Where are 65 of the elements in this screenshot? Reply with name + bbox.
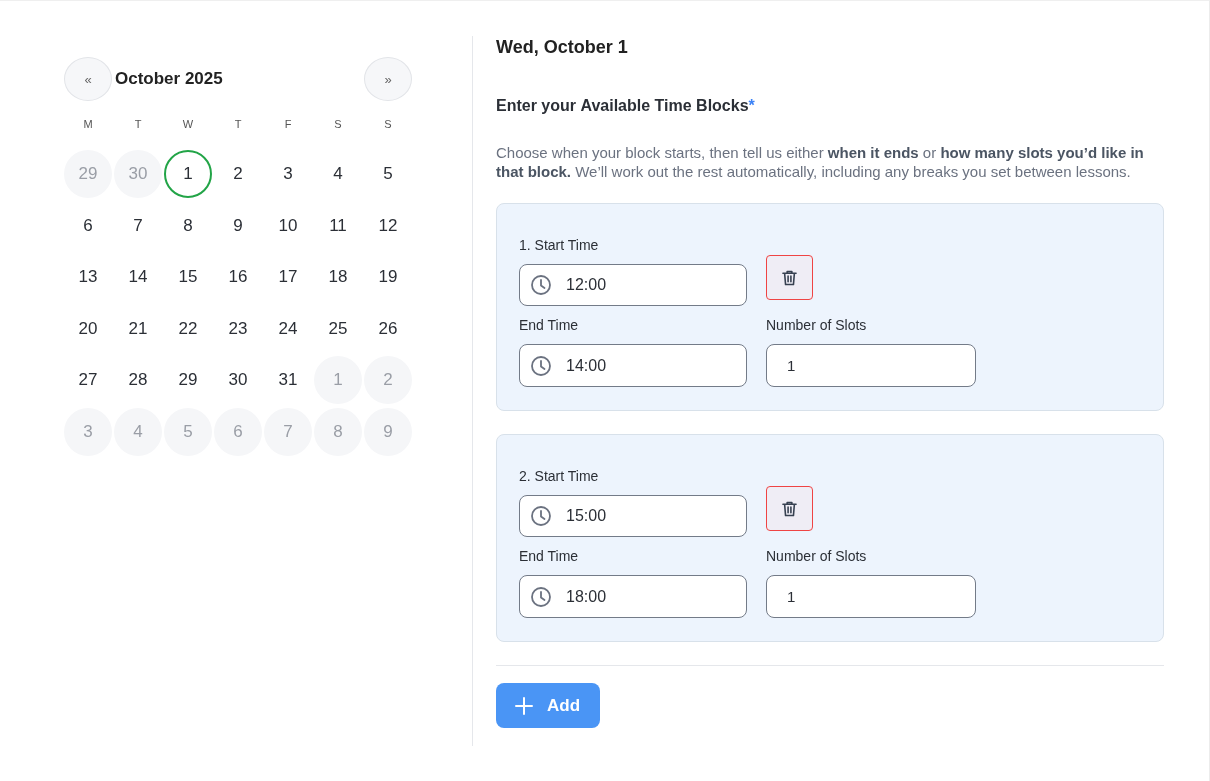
- calendar-day[interactable]: 18: [314, 253, 362, 301]
- calendar-day[interactable]: 22: [164, 304, 212, 353]
- calendar-day[interactable]: 11: [314, 201, 362, 250]
- calendar-day[interactable]: 6: [64, 201, 112, 250]
- calendar-day[interactable]: 21: [114, 304, 162, 353]
- field-label: End Time: [519, 547, 580, 565]
- calendar-day[interactable]: 25: [314, 304, 362, 353]
- weekday-label: M: [82, 117, 94, 132]
- calendar-day[interactable]: 29: [164, 356, 212, 404]
- calendar-day[interactable]: 14: [114, 253, 162, 301]
- calendar-day[interactable]: 3: [264, 150, 312, 198]
- calendar-day[interactable]: 24: [264, 304, 312, 353]
- calendar-day[interactable]: 7: [114, 201, 162, 250]
- delete-button[interactable]: [766, 486, 813, 531]
- trash-icon: [782, 500, 797, 517]
- weekday-label: S: [383, 117, 393, 132]
- weekday-label: W: [181, 117, 195, 132]
- calendar-day[interactable]: 4: [314, 150, 362, 198]
- calendar-day[interactable]: 19: [364, 253, 412, 301]
- weekday-label: T: [233, 117, 243, 132]
- trash-icon: [782, 269, 797, 286]
- description-text: Choose when your block starts, then tell us either when it ends or how many slots you’d like in that block. We’ll work out the rest automatically, including any breaks you set between lessons.: [496, 143, 1145, 181]
- calendar-day[interactable]: 9: [214, 201, 262, 250]
- delete-button[interactable]: [766, 255, 813, 300]
- calendar-day[interactable]: 1: [164, 150, 212, 198]
- calendar-day[interactable]: 26: [364, 304, 412, 353]
- weekday-label: T: [133, 117, 143, 132]
- calendar-day[interactable]: 27: [64, 356, 112, 404]
- calendar-day[interactable]: 15: [164, 253, 212, 301]
- next-month-button[interactable]: »: [364, 57, 412, 101]
- calendar-day[interactable]: 30: [214, 356, 262, 404]
- month-title: October 2025: [115, 69, 223, 89]
- number-field[interactable]: 1: [766, 575, 976, 618]
- field-label: 2. Start Time: [519, 467, 600, 485]
- calendar-day[interactable]: 20: [64, 304, 112, 353]
- field-label: End Time: [519, 316, 580, 334]
- number-field[interactable]: 1: [766, 344, 976, 387]
- time-field[interactable]: 15:00: [519, 495, 747, 537]
- calendar-day[interactable]: 17: [264, 253, 312, 301]
- field-label: Number of Slots: [766, 316, 868, 334]
- section-heading: Enter your Available Time Blocks*: [496, 96, 756, 116]
- time-field[interactable]: 14:00: [519, 344, 747, 387]
- calendar-day[interactable]: 10: [264, 201, 312, 250]
- calendar-day[interactable]: 16: [214, 253, 262, 301]
- previous-month-button[interactable]: «: [64, 57, 112, 101]
- time-field[interactable]: 12:00: [519, 264, 747, 306]
- clock-icon: [531, 355, 551, 376]
- calendar-day[interactable]: 31: [264, 356, 312, 404]
- calendar-day[interactable]: 5: [364, 150, 412, 198]
- calendar-day[interactable]: 8: [164, 201, 212, 250]
- calendar-day[interactable]: 2: [214, 150, 262, 198]
- time-field[interactable]: 18:00: [519, 575, 747, 618]
- clock-icon: [531, 275, 551, 295]
- date-title: Wed, October 1: [496, 36, 629, 58]
- weekday-label: F: [283, 117, 293, 132]
- calendar-day[interactable]: 13: [64, 253, 112, 301]
- field-label: 1. Start Time: [519, 236, 600, 254]
- calendar-day[interactable]: 28: [114, 356, 162, 404]
- field-label: Number of Slots: [766, 547, 868, 565]
- calendar-day[interactable]: 23: [214, 304, 262, 353]
- calendar-day[interactable]: 12: [364, 201, 412, 250]
- plus-icon: [515, 696, 533, 715]
- clock-icon: [531, 586, 551, 607]
- weekday-label: S: [333, 117, 343, 132]
- clock-icon: [531, 506, 551, 526]
